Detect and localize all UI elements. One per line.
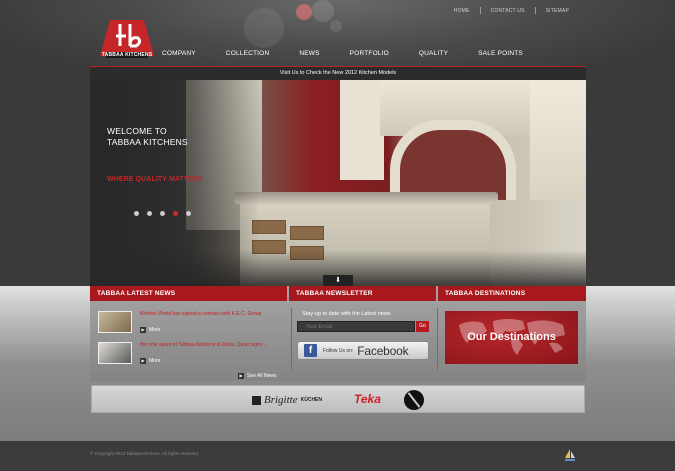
news-item[interactable]: the sole agent of Tabbaa Kitchens in Doh… [98, 342, 288, 368]
column-divider [291, 308, 292, 370]
kitchen-arch [390, 120, 516, 200]
facebook-icon: f [304, 344, 317, 357]
nav-collection[interactable]: COLLECTION [226, 50, 270, 57]
nav-portfolio[interactable]: PORTFOLIO [350, 50, 389, 57]
see-all-label: See All News [247, 373, 277, 379]
destinations-banner[interactable]: Our Destinations [445, 311, 578, 364]
destinations-label: Our Destinations [467, 331, 556, 343]
kitchen-countertop [234, 192, 498, 204]
newsletter-go-button[interactable]: Go [416, 321, 429, 332]
nav-quality[interactable]: QUALITY [419, 50, 448, 57]
newsletter-label: Stay-up to date with the Latest news [302, 311, 391, 317]
more-label: More [149, 327, 161, 333]
promo-banner[interactable]: Visit Us to Check the New 2012 Kitchen M… [90, 67, 586, 80]
main-nav: COMPANY COLLECTION NEWS PORTFOLIO QUALIT… [162, 50, 553, 57]
kitchen-cabinet [340, 80, 384, 180]
section-header-news: TABBAA LATEST NEWS [90, 286, 287, 301]
slide-dots [134, 211, 199, 216]
top-links: HOME CONTACT US SITEMAP [444, 7, 579, 14]
brigitte-name: Brigitte [264, 394, 298, 406]
more-label: More [149, 358, 161, 364]
scroll-down-button[interactable]: ⬇ [323, 275, 353, 286]
hero-title-line2: TABBAA KITCHENS [107, 137, 188, 147]
slide-dot-3[interactable] [160, 211, 165, 216]
hero-title-line1: WELCOME TO [107, 126, 167, 136]
news-thumbnail[interactable] [98, 311, 132, 333]
sailboat-icon[interactable] [564, 449, 576, 462]
brand-brigitte-logo[interactable]: Brigitte KÜCHEN [252, 394, 322, 406]
bokeh-light [296, 4, 312, 20]
brand-s-logo-icon[interactable] [404, 390, 424, 410]
facebook-follow-button[interactable]: f Follow Us on: Facebook [297, 341, 429, 360]
brigitte-sub: KÜCHEN [300, 397, 322, 403]
more-link[interactable]: ▶ More [140, 327, 160, 333]
brigitte-mark-icon [252, 395, 261, 405]
kitchen-cabinet [530, 80, 586, 200]
hero-shade [90, 80, 260, 286]
bokeh-light [312, 0, 334, 22]
bokeh-light [330, 20, 342, 32]
slide-dot-1[interactable] [134, 211, 139, 216]
arrow-right-icon: ▶ [140, 358, 146, 364]
facebook-follow-label: Follow Us on: [323, 347, 354, 354]
slide-dot-5[interactable] [186, 211, 191, 216]
arrow-down-icon: ⬇ [335, 277, 341, 284]
brand-teka-logo[interactable]: Teka [354, 392, 381, 406]
news-item[interactable]: Kitchen World has signed a contract with… [98, 311, 288, 337]
see-all-news-link[interactable]: ▶ See All News [238, 373, 276, 379]
copyright-text: © Copyright 2012 Tabbaa Kitchens. All ri… [90, 451, 200, 456]
arrow-right-icon: ▶ [238, 373, 244, 379]
hero-subtitle: WHERE QUALITY MATTERS [107, 176, 203, 183]
bokeh-light [244, 8, 284, 48]
more-link[interactable]: ▶ More [140, 358, 160, 364]
top-link-contact[interactable]: CONTACT US [481, 8, 535, 14]
nav-news[interactable]: NEWS [299, 50, 319, 57]
top-link-sitemap[interactable]: SITEMAP [536, 8, 579, 14]
slide-dot-4[interactable] [173, 211, 178, 216]
arrow-right-icon: ▶ [140, 327, 146, 333]
top-link-home[interactable]: HOME [444, 8, 480, 14]
facebook-name: Facebook [357, 343, 409, 358]
section-header-destinations: TABBAA DESTINATIONS [438, 286, 586, 301]
nav-sale-points[interactable]: SALE POINTS [478, 50, 523, 57]
slide-dot-2[interactable] [147, 211, 152, 216]
column-divider [437, 308, 438, 370]
email-input[interactable] [297, 321, 415, 332]
section-header-newsletter: TABBAA NEWSLETTER [289, 286, 436, 301]
nav-company[interactable]: COMPANY [162, 50, 196, 57]
logo-text: TABBAA KITCHENS [101, 52, 153, 58]
hero-slideshow[interactable]: WELCOME TO TABBAA KITCHENS WHERE QUALITY… [90, 80, 586, 286]
news-headline[interactable]: Kitchen World has signed a contract with… [140, 311, 280, 317]
news-headline[interactable]: the sole agent of Tabbaa Kitchens in Doh… [140, 342, 280, 348]
kitchen-basket [290, 226, 324, 240]
hero-title: WELCOME TO TABBAA KITCHENS [107, 126, 247, 148]
brand-strip: Brigitte KÜCHEN Teka [91, 385, 585, 413]
news-thumbnail[interactable] [98, 342, 132, 364]
